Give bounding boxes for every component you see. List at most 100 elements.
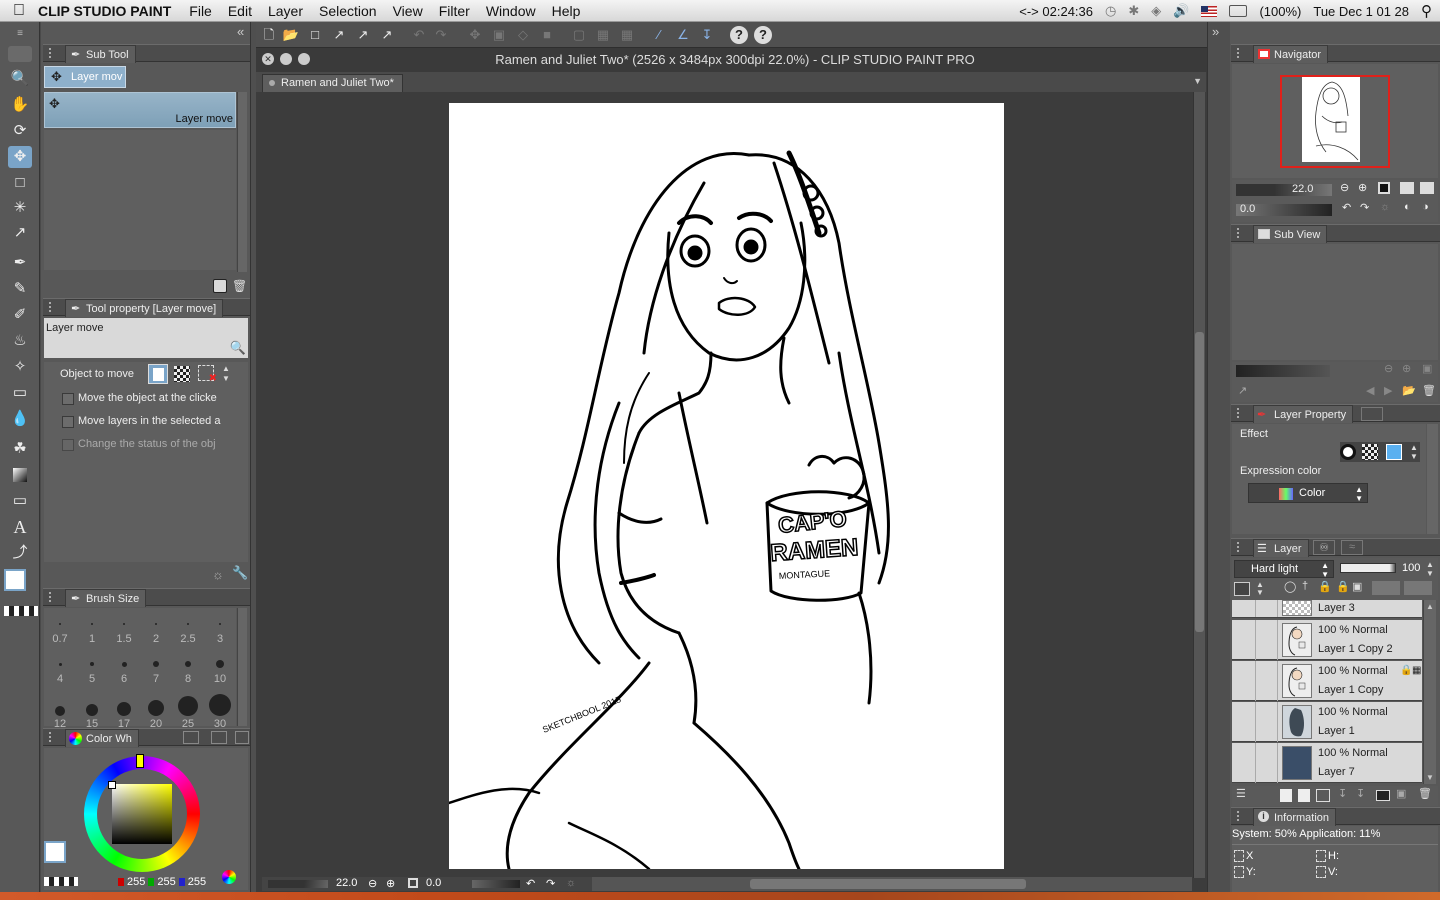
subview-delete-icon[interactable]: 🗑 (1422, 384, 1436, 397)
new-subtool-icon[interactable] (213, 279, 227, 293)
wheel-main-color[interactable] (44, 841, 66, 863)
subview-import-icon[interactable]: 📂 (1402, 384, 1416, 397)
layer-color-stepper[interactable]: ▲ ▼ (1256, 581, 1264, 597)
navigator-preview[interactable] (1232, 64, 1438, 178)
edit-toggle[interactable] (1256, 702, 1278, 742)
object-target-grid-icon[interactable]: ✖ (198, 365, 217, 384)
wrench-search-icon[interactable]: 🔍 (230, 340, 246, 356)
angle-slider[interactable] (472, 880, 520, 888)
grip-icon[interactable] (1237, 811, 1245, 821)
effect-stepper[interactable]: ▲ ▼ (1410, 443, 1418, 461)
visibility-toggle[interactable] (1232, 743, 1256, 783)
fill-icon[interactable]: ■ (538, 26, 556, 44)
brush-size-scrollbar[interactable] (237, 608, 247, 726)
grip-icon[interactable] (49, 732, 57, 742)
pencil-tool-icon[interactable]: ✎ (8, 278, 32, 300)
visibility-toggle[interactable] (1232, 702, 1256, 742)
tab-brush-size[interactable]: ✒ Brush Size (65, 589, 147, 607)
tab-sub-view[interactable]: Sub View (1253, 225, 1328, 243)
grip-icon[interactable] (1237, 48, 1245, 58)
angle-value[interactable]: 0.0 (426, 877, 441, 889)
hue-cursor[interactable] (136, 754, 144, 768)
deselect-icon[interactable]: ▣ (490, 26, 508, 44)
ruler-icon[interactable]: ∕ (650, 26, 668, 44)
layer-row[interactable]: 100 % Normal Layer 1 Copy 2 (1232, 620, 1422, 660)
visibility-toggle[interactable] (1232, 620, 1256, 660)
pen-tool-icon[interactable]: ✒ (8, 252, 32, 274)
fit-icon[interactable] (408, 878, 418, 888)
select-layer-2-icon[interactable]: ↗ (354, 26, 372, 44)
brush-size-preset[interactable]: 2.5 (172, 608, 204, 648)
grid-icon[interactable]: ▦ (618, 26, 636, 44)
layer-row[interactable]: 100 % Normal Layer 1 Copy 🔒 ▦ (1232, 661, 1422, 701)
subview-prev-icon[interactable]: ◀ (1366, 384, 1374, 397)
option-checkbox-2[interactable] (62, 416, 74, 428)
layer-palette-icon[interactable]: ☰ (1236, 787, 1246, 800)
brush-size-preset[interactable]: 4 (44, 648, 76, 688)
reset-rotation-icon[interactable]: ☼ (566, 877, 576, 889)
color-mode-icon[interactable] (222, 870, 236, 884)
layer-property-scrollbar[interactable] (1427, 424, 1438, 534)
subtool-item-layer-move[interactable]: ✥ Layer move (44, 92, 236, 128)
subview-next-icon[interactable]: ▶ (1384, 384, 1392, 397)
grip-icon[interactable] (49, 48, 57, 58)
tab-history-icon[interactable]: ≈ (1341, 540, 1363, 555)
nav-flip-h-icon[interactable] (1400, 182, 1414, 194)
zoom-slider[interactable] (268, 880, 328, 888)
subview-zoom-out-icon[interactable]: ⊖ (1384, 362, 1393, 375)
zoom-window-icon[interactable] (298, 53, 310, 65)
subtool-scrollbar[interactable] (237, 92, 247, 272)
time-machine-icon[interactable]: ◷ (1105, 3, 1116, 19)
nav-reset-rotation-icon[interactable]: ☼ (1380, 201, 1390, 213)
brush-size-preset[interactable]: 12 (44, 688, 76, 730)
subview-zoom-in-icon[interactable]: ⊕ (1402, 362, 1411, 375)
edit-toggle[interactable] (1256, 661, 1278, 701)
redo-icon[interactable]: ↷ (432, 26, 450, 44)
expression-color-select[interactable]: Color ▲ ▼ (1248, 483, 1368, 503)
nav-fit-icon[interactable] (1378, 182, 1390, 194)
perspective-ruler-icon[interactable]: ∠ (674, 26, 692, 44)
nav-mirror-icon[interactable]: ◑ (1422, 201, 1429, 213)
blend-mode-select[interactable]: Hard light ▲ ▼ (1234, 560, 1334, 579)
brush-size-preset[interactable]: 7 (140, 648, 172, 688)
transfer-down-icon[interactable]: ↧ (1338, 787, 1347, 800)
spotlight-icon[interactable]: ⚲ (1421, 2, 1432, 20)
grip-icon[interactable] (1237, 228, 1245, 238)
fill-tool-icon[interactable]: ☘ (8, 438, 32, 460)
canvas-paper[interactable]: CAP'O RAMEN MONTAGUE SKETCHBOOL 2015 (449, 103, 1004, 869)
open-file-icon[interactable]: 📂 (282, 26, 300, 44)
main-color-swatch[interactable] (4, 569, 26, 591)
edit-toggle[interactable] (1256, 600, 1278, 617)
eyedropper-tool-icon[interactable]: ↗ (8, 222, 32, 244)
lock-layer-icon[interactable]: 🔒 (1318, 580, 1332, 593)
airbrush-tool-icon[interactable]: ♨ (8, 330, 32, 352)
app-name-menu[interactable]: CLIP STUDIO PAINT (38, 3, 171, 19)
layer-link-icon[interactable]: ▦ (1412, 665, 1421, 676)
tab-document[interactable]: Ramen and Juliet Two* (262, 74, 403, 92)
tab-navigator[interactable]: Navigator (1253, 45, 1329, 63)
edit-toggle[interactable] (1256, 743, 1278, 783)
undo-icon[interactable]: ↶ (410, 26, 428, 44)
tab-layer-search-icon[interactable] (1361, 407, 1383, 421)
help-icon[interactable]: ? (730, 26, 748, 44)
rotate-right-icon[interactable]: ↷ (546, 877, 555, 890)
brush-size-preset[interactable]: 2 (140, 608, 172, 648)
sv-cursor[interactable] (108, 781, 116, 789)
apple-menu-icon[interactable]:  (0, 2, 38, 20)
layer-lock-icon[interactable]: 🔒 (1400, 665, 1412, 676)
scale-icon[interactable]: ▦ (594, 26, 612, 44)
grip-icon[interactable] (49, 592, 57, 602)
collapse-left-icon[interactable]: « (237, 24, 244, 39)
brush-tool-icon[interactable]: ✐ (8, 304, 32, 326)
navigator-zoom-slider[interactable] (1236, 184, 1332, 196)
crop-icon[interactable]: ▢ (570, 26, 588, 44)
new-file-icon[interactable]: 🗋 (260, 26, 278, 44)
option-checkbox-1[interactable] (62, 393, 74, 405)
tab-animation-icon[interactable]: ♾ (1313, 540, 1335, 555)
nav-zoom-in-icon[interactable]: ⊕ (1358, 181, 1367, 194)
menu-layer[interactable]: Layer (268, 3, 303, 19)
nav-rotate-right-icon[interactable]: ↷ (1360, 201, 1369, 214)
date-time[interactable]: Tue Dec 1 01 28 (1313, 4, 1409, 19)
apply-mask-icon[interactable]: ▣ (1396, 787, 1406, 800)
tool-group-handle-icon[interactable] (8, 46, 32, 62)
